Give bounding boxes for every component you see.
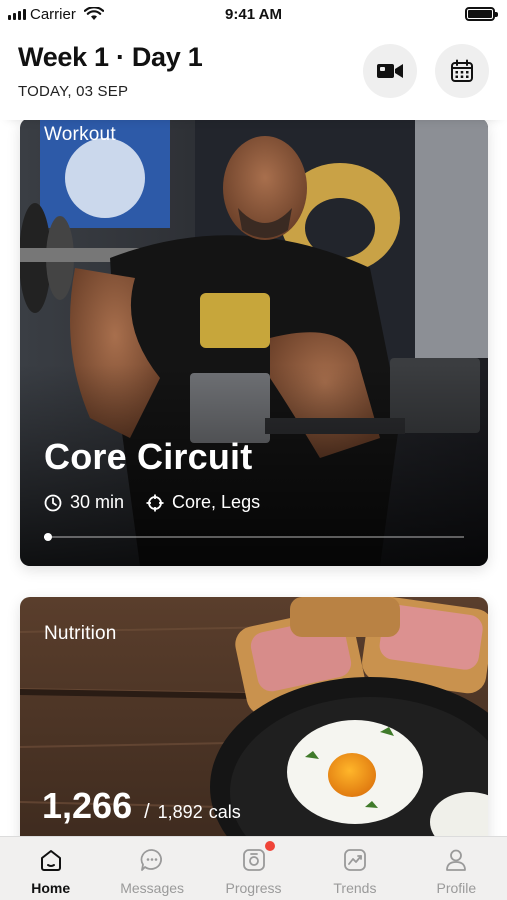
tab-messages[interactable]: Messages — [101, 837, 202, 900]
battery-icon — [465, 7, 498, 21]
tab-profile-label: Profile — [436, 880, 477, 896]
tab-home[interactable]: Home — [0, 837, 101, 900]
wifi-icon — [83, 7, 104, 20]
status-left: Carrier — [8, 6, 104, 23]
workout-duration: 30 min — [44, 492, 124, 513]
status-time: 9:41 AM — [225, 5, 282, 23]
chat-bubble-icon — [140, 849, 163, 871]
clock-icon — [44, 494, 62, 511]
tab-trends[interactable]: Trends — [304, 837, 405, 900]
workout-focus: Core, Legs — [146, 492, 260, 513]
tab-profile[interactable]: Profile — [406, 837, 507, 900]
camera-icon — [242, 849, 265, 871]
calorie-unit: cals — [208, 802, 241, 822]
calendar-icon — [451, 59, 473, 82]
status-bar: Carrier 9:41 AM — [0, 0, 507, 28]
progress-notification-badge — [264, 841, 275, 851]
workout-progress-bar — [44, 533, 464, 541]
trend-chart-icon — [344, 849, 366, 871]
signal-icon — [8, 8, 26, 20]
calories-consumed: 1,266 — [42, 785, 133, 826]
calorie-separator: / — [144, 801, 150, 823]
workout-card[interactable]: Workout Core Circuit 30 min Core, Legs — [20, 120, 488, 566]
tab-home-label: Home — [31, 880, 71, 896]
workout-meta: 30 min Core, Legs — [44, 492, 282, 513]
workout-duration-text: 30 min — [70, 492, 125, 512]
header: Week 1 · Day 1 TODAY, 03 SEP — [0, 28, 507, 120]
tab-progress[interactable]: Progress — [203, 837, 304, 900]
workout-title: Core Circuit — [44, 436, 253, 477]
workout-card-label: Workout — [44, 124, 116, 145]
tab-progress-label: Progress — [225, 880, 282, 896]
home-icon — [40, 850, 61, 871]
workout-focus-text: Core, Legs — [172, 492, 261, 512]
nutrition-card-label: Nutrition — [44, 623, 117, 644]
content-scroll[interactable]: Workout Core Circuit 30 min Core, Legs N… — [0, 120, 507, 836]
calorie-goal: 1,892 — [157, 802, 203, 822]
video-button[interactable] — [363, 44, 417, 98]
tab-trends-label: Trends — [333, 880, 377, 896]
calorie-summary: 1,266 / 1,892 cals — [42, 785, 241, 827]
header-actions — [363, 44, 489, 98]
video-camera-icon — [377, 64, 403, 78]
carrier-name: Carrier — [30, 5, 76, 23]
tab-messages-label: Messages — [120, 880, 185, 896]
calendar-button[interactable] — [435, 44, 489, 98]
tab-bar: Home Messages Progress Trends Profile — [0, 836, 507, 900]
target-icon — [146, 494, 164, 511]
user-icon — [446, 849, 467, 871]
nutrition-card[interactable]: Nutrition 1,266 / 1,892 cals — [20, 597, 488, 836]
